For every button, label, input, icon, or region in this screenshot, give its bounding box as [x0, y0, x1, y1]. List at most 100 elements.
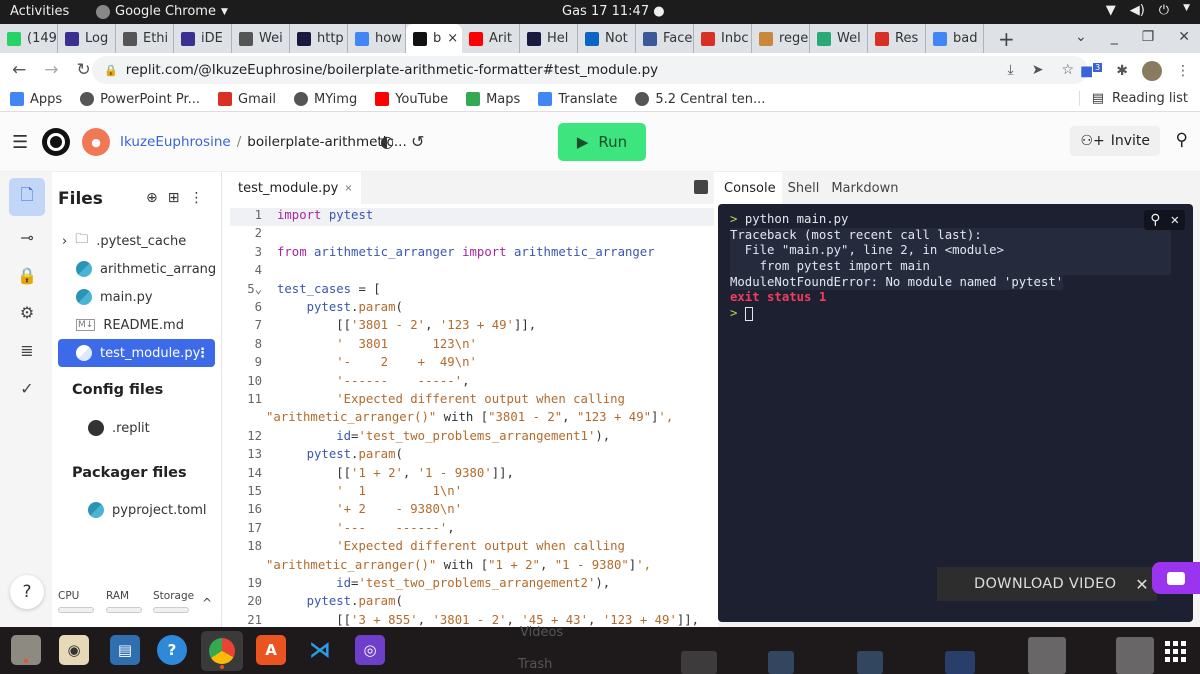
browser-tab[interactable]: iDE	[174, 24, 232, 53]
run-button[interactable]: ▶ Run	[558, 123, 646, 161]
chrome-app-icon[interactable]	[201, 631, 243, 671]
activities-button[interactable]: Activities	[10, 4, 69, 19]
bookmark-item[interactable]: Gmail	[208, 92, 284, 107]
file-more-icon[interactable]: ⋮	[196, 346, 209, 361]
close-icon[interactable]: ✕	[1178, 29, 1190, 45]
browser-tab[interactable]: Inbc	[694, 24, 752, 53]
close-tab-icon[interactable]: ×	[447, 31, 458, 46]
tab-markdown[interactable]: Markdown	[825, 172, 904, 204]
hamburger-menu-icon[interactable]: ☰	[12, 132, 28, 153]
files-icon[interactable]: 🗋	[9, 178, 45, 216]
browser-tab[interactable]: (149	[0, 24, 58, 53]
tab-console[interactable]: Console	[718, 172, 782, 204]
forward-icon[interactable]: →	[44, 60, 58, 80]
menu-icon[interactable]: ⋮	[1176, 63, 1190, 79]
browser-tab[interactable]: rege	[752, 24, 810, 53]
chat-button[interactable]	[1152, 562, 1200, 594]
file-item-replit[interactable]: .replit	[58, 414, 215, 442]
rhythmbox-icon[interactable]: ◉	[59, 635, 89, 665]
console-clear-icon[interactable]: ✕	[1171, 212, 1179, 228]
clock[interactable]: Gas 17 11:47 ●	[562, 4, 665, 19]
bookmark-item[interactable]: MYimg	[284, 92, 365, 107]
new-file-icon[interactable]: ⊕	[146, 190, 158, 206]
database-icon[interactable]: ≣	[12, 335, 42, 365]
chevron-up-icon[interactable]: ^	[202, 596, 212, 610]
bookmark-item[interactable]: PowerPoint Pr...	[70, 92, 208, 107]
browser-tab[interactable]: bad	[926, 24, 984, 53]
console-output[interactable]: ⚲ ✕ > python main.py Traceback (most rec…	[718, 204, 1193, 622]
browser-tab[interactable]: http	[290, 24, 348, 53]
file-item-pytest-cache[interactable]: › 🗀 .pytest_cache	[58, 227, 215, 255]
browser-tab[interactable]: b ×	[406, 24, 462, 53]
reload-icon[interactable]: ↻	[77, 60, 91, 80]
bookmark-item[interactable]: YouTube	[365, 92, 456, 107]
settings-gear-icon[interactable]: ⚙	[12, 297, 42, 327]
help-app-icon[interactable]: ?	[157, 635, 187, 665]
history-icon[interactable]: ↺	[411, 132, 424, 151]
user-avatar[interactable]: ●	[82, 128, 110, 156]
bookmark-item[interactable]: 5.2 Central ten...	[625, 92, 773, 107]
code-area[interactable]: 1 import pytest 2 3 from arithmetic_arranger…	[230, 204, 714, 627]
puzzle-icon[interactable]: ✱	[1116, 63, 1128, 79]
editor-tab-test-module[interactable]: test_module.py ×	[230, 172, 361, 204]
bookmark-item[interactable]: Maps	[456, 92, 528, 107]
search-icon[interactable]: ⚲	[1176, 130, 1188, 150]
back-icon[interactable]: ←	[12, 60, 26, 80]
more-options-icon[interactable]: ⋮	[189, 190, 203, 206]
console-search-icon[interactable]: ⚲	[1150, 212, 1160, 228]
install-icon[interactable]: ⤓	[1008, 62, 1014, 78]
file-item-readme[interactable]: M↓ README.md	[58, 311, 215, 339]
close-tab-icon[interactable]: ×	[344, 183, 352, 194]
new-tab-button[interactable]: +	[984, 27, 1029, 51]
browser-tab[interactable]: Arit	[462, 24, 520, 53]
file-item-main-py[interactable]: main.py	[58, 283, 215, 311]
show-applications-icon[interactable]	[1165, 641, 1186, 662]
secrets-lock-icon[interactable]: 🔒	[12, 260, 42, 290]
download-video-banner[interactable]: DOWNLOAD VIDEO ✕	[937, 567, 1157, 601]
browser-tab[interactable]: Res	[868, 24, 926, 53]
new-folder-icon[interactable]: ⊞	[168, 190, 180, 206]
browser-tab[interactable]: Wel	[810, 24, 868, 53]
system-tray[interactable]: ▼ ◀) ⏻ ▼	[1106, 3, 1190, 18]
restore-icon[interactable]: ❐	[1142, 29, 1155, 45]
language-icon[interactable]: ◐	[380, 132, 394, 151]
address-bar[interactable]: 🔒 replit.com/@IkuzeEuphrosine/boilerplat…	[92, 56, 1088, 84]
files-app-icon[interactable]	[11, 635, 41, 665]
file-item-test-module[interactable]: test_module.py ⋮	[58, 339, 215, 367]
send-icon[interactable]: ➤	[1032, 62, 1044, 78]
minimize-icon[interactable]: _	[1111, 29, 1118, 45]
bookmark-item[interactable]: Translate	[528, 92, 625, 107]
tab-search-icon[interactable]: ⌄	[1075, 29, 1087, 45]
file-item-pyproject[interactable]: pyproject.toml	[58, 496, 215, 524]
help-button[interactable]: ?	[10, 575, 44, 609]
code-text: from arithmetic_arranger import arithmet…	[277, 244, 655, 259]
extension-icon[interactable]: ■ 3	[1080, 62, 1103, 79]
browser-tab[interactable]: Log	[58, 24, 116, 53]
replit-logo[interactable]	[42, 128, 70, 156]
star-icon[interactable]: ☆	[1061, 62, 1074, 78]
browser-tab[interactable]: Hel	[520, 24, 578, 53]
reading-list-button[interactable]: ▤ Reading list	[1078, 91, 1188, 106]
bookmark-item[interactable]: Apps	[0, 92, 70, 107]
unit-tests-check-icon[interactable]: ✓	[12, 373, 42, 403]
profile-avatar[interactable]	[1142, 61, 1162, 81]
browser-tab[interactable]: Wei	[232, 24, 290, 53]
bookmark-label: 5.2 Central ten...	[655, 91, 766, 107]
file-item-arithmetic-arranger[interactable]: arithmetic_arrang...	[58, 255, 215, 283]
tab-shell[interactable]: Shell	[782, 172, 826, 204]
resource-stats[interactable]: CPU RAM Storage ^	[52, 590, 222, 625]
browser-tab[interactable]: Face	[636, 24, 694, 53]
software-center-icon[interactable]: A	[256, 635, 286, 665]
browser-tab[interactable]: how	[348, 24, 406, 53]
app-menu[interactable]: Google Chrome ▼	[96, 4, 228, 19]
libreoffice-impress-icon[interactable]: ▤	[110, 635, 140, 665]
browser-tab[interactable]: Not	[578, 24, 636, 53]
close-banner-icon[interactable]: ✕	[1135, 575, 1149, 594]
invite-button[interactable]: ⚇+ Invite	[1070, 126, 1160, 156]
breadcrumb-user[interactable]: IkuzeEuphrosine	[120, 134, 231, 150]
browser-tab[interactable]: Ethi	[116, 24, 174, 53]
vscode-icon[interactable]: ⋊	[305, 635, 335, 665]
github-desktop-icon[interactable]: ◎	[355, 635, 385, 665]
layout-icon[interactable]	[694, 180, 708, 194]
version-control-icon[interactable]: ⊸	[12, 222, 42, 252]
